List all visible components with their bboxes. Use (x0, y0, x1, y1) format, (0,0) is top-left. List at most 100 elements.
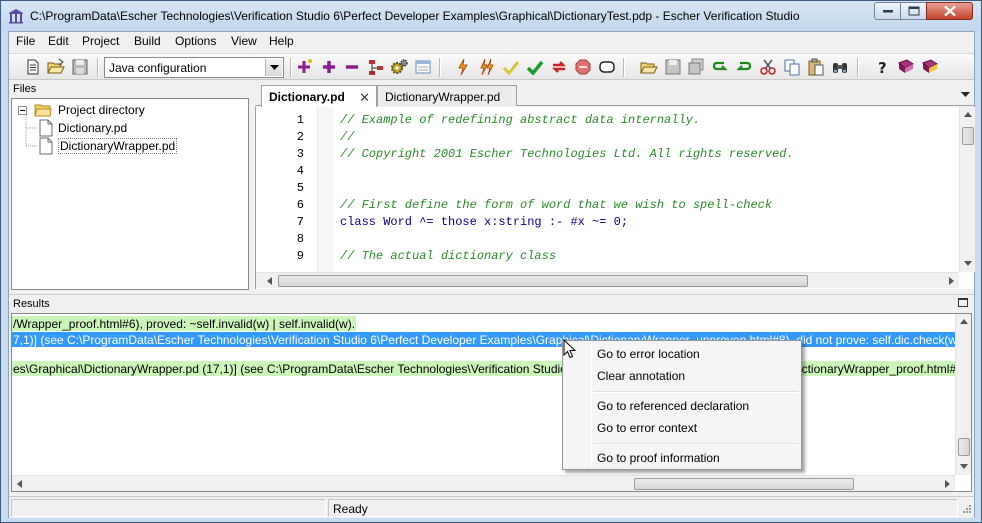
results-list[interactable]: /Wrapper_proof.html#6), proved: ~self.in… (11, 313, 972, 492)
menu-help[interactable]: Help (267, 34, 296, 48)
maximize-icon (908, 6, 919, 16)
scroll-right-arrow[interactable] (939, 476, 955, 491)
menu-build[interactable]: Build (132, 34, 163, 48)
line-number: 4 (296, 164, 304, 178)
verify-button[interactable] (501, 57, 521, 77)
menu-options[interactable]: Options (173, 34, 218, 48)
menu-file[interactable]: File (14, 34, 37, 48)
add-sparkle-icon (298, 59, 312, 73)
undo-button[interactable] (710, 57, 730, 77)
tab-list-dropdown-icon[interactable] (961, 92, 970, 98)
maximize-button[interactable] (900, 2, 927, 20)
scroll-up-arrow[interactable] (960, 107, 976, 123)
results-horizontal-scrollbar[interactable] (12, 475, 955, 491)
check-button[interactable] (453, 57, 473, 77)
undo-arrow-icon (712, 61, 728, 71)
resize-grip-icon[interactable] (960, 504, 972, 516)
tree-item-file[interactable]: Dictionary.pd (38, 119, 238, 137)
result-line[interactable]: es\Graphical\DictionaryWrapper.pd (17,1)… (12, 361, 968, 376)
help-button[interactable]: ? (872, 57, 892, 77)
code-line: // (340, 130, 355, 144)
find-button[interactable] (830, 57, 850, 77)
svg-text:?: ? (878, 59, 887, 77)
hierarchy-icon (369, 60, 383, 75)
minimize-button[interactable] (874, 2, 901, 20)
result-line-selected[interactable]: 7,1)] (see C:\ProgramData\Escher Technol… (12, 332, 966, 347)
open-project-button[interactable] (46, 57, 66, 77)
dependencies-button[interactable] (366, 57, 386, 77)
save-file-button[interactable] (663, 57, 683, 77)
menu-view[interactable]: View (229, 34, 259, 48)
stop-button[interactable] (573, 57, 593, 77)
results-vertical-scrollbar[interactable] (955, 314, 971, 475)
add-file-button[interactable] (295, 57, 315, 77)
context-menu: Go to error location Clear annotation Go… (562, 340, 802, 470)
save-all-button[interactable] (686, 57, 706, 77)
add-button[interactable] (319, 57, 339, 77)
scroll-left-arrow[interactable] (262, 273, 278, 289)
menu-separator (593, 443, 799, 445)
open-file-button[interactable] (639, 57, 659, 77)
remove-button[interactable] (342, 57, 362, 77)
chevron-right-icon (949, 277, 954, 285)
open-folder-icon (640, 62, 658, 74)
collapse-icon[interactable] (18, 106, 27, 115)
main-window: C:\ProgramData\Escher Technologies\Verif… (0, 0, 982, 523)
menu-item-go-to-referenced-declaration[interactable]: Go to referenced declaration (597, 395, 749, 417)
save-icon (665, 59, 681, 75)
properties-button[interactable] (413, 57, 433, 77)
toolbar-separator (439, 58, 441, 77)
scroll-thumb[interactable] (634, 478, 854, 490)
editor-horizontal-scrollbar[interactable] (256, 272, 959, 288)
menu-item-clear-annotation[interactable]: Clear annotation (597, 365, 685, 387)
scroll-down-arrow[interactable] (956, 459, 971, 475)
copy-button[interactable] (782, 57, 802, 77)
editor-vertical-scrollbar[interactable] (959, 107, 975, 272)
menu-item-go-to-error-context[interactable]: Go to error context (597, 417, 697, 439)
rebuild-button[interactable] (549, 57, 569, 77)
clear-button[interactable] (597, 57, 617, 77)
title-bar[interactable]: C:\ProgramData\Escher Technologies\Verif… (1, 1, 981, 31)
menu-project[interactable]: Project (80, 34, 121, 48)
menu-item-go-to-proof-information[interactable]: Go to proof information (597, 447, 720, 469)
rounded-rect-icon (599, 61, 615, 73)
save-project-button[interactable] (70, 57, 90, 77)
scroll-right-arrow[interactable] (943, 273, 959, 289)
scroll-left-arrow[interactable] (12, 476, 28, 491)
tree-item-file[interactable]: DictionaryWrapper.pd (38, 137, 238, 155)
tab-dictionary[interactable]: Dictionary.pd ✕ (261, 85, 377, 107)
editor-tab-strip: Dictionary.pd ✕ DictionaryWrapper.pd (255, 82, 974, 107)
scroll-thumb[interactable] (958, 438, 970, 456)
reference-button[interactable] (920, 57, 940, 77)
scroll-thumb[interactable] (962, 127, 974, 145)
line-number: 9 (296, 249, 304, 263)
menu-edit[interactable]: Edit (46, 34, 71, 48)
verify-all-button[interactable] (525, 57, 545, 77)
scroll-up-arrow[interactable] (956, 314, 971, 330)
menu-item-go-to-error-location[interactable]: Go to error location (597, 343, 700, 365)
paste-button[interactable] (806, 57, 826, 77)
scroll-thumb[interactable] (278, 275, 808, 287)
code-editor[interactable]: 1 2 3 4 5 6 7 8 9 // Example of redefini… (255, 107, 975, 289)
redo-button[interactable] (734, 57, 754, 77)
restore-panel-icon[interactable] (958, 298, 968, 307)
close-tab-icon[interactable]: ✕ (359, 90, 370, 106)
save-icon (72, 59, 88, 75)
copy-icon (784, 59, 800, 76)
chevron-left-icon (267, 277, 272, 285)
configuration-select[interactable]: Java configuration (104, 57, 284, 78)
scroll-down-arrow[interactable] (960, 256, 976, 272)
tree-item-project-directory[interactable]: Project directory (18, 101, 218, 119)
cut-button[interactable] (758, 57, 778, 77)
configuration-value: Java configuration (109, 61, 207, 75)
close-button[interactable] (926, 2, 973, 20)
dropdown-arrow[interactable] (265, 59, 282, 76)
tree-label: DictionaryWrapper.pd (58, 138, 178, 154)
check-all-button[interactable] (477, 57, 497, 77)
result-line[interactable]: /Wrapper_proof.html#6), proved: ~self.in… (12, 316, 357, 331)
tab-dictionarywrapper[interactable]: DictionaryWrapper.pd (377, 85, 517, 106)
settings-button[interactable] (389, 57, 409, 77)
manual-button[interactable] (896, 57, 916, 77)
toolbar-separator (623, 58, 625, 77)
new-file-button[interactable] (23, 57, 43, 77)
